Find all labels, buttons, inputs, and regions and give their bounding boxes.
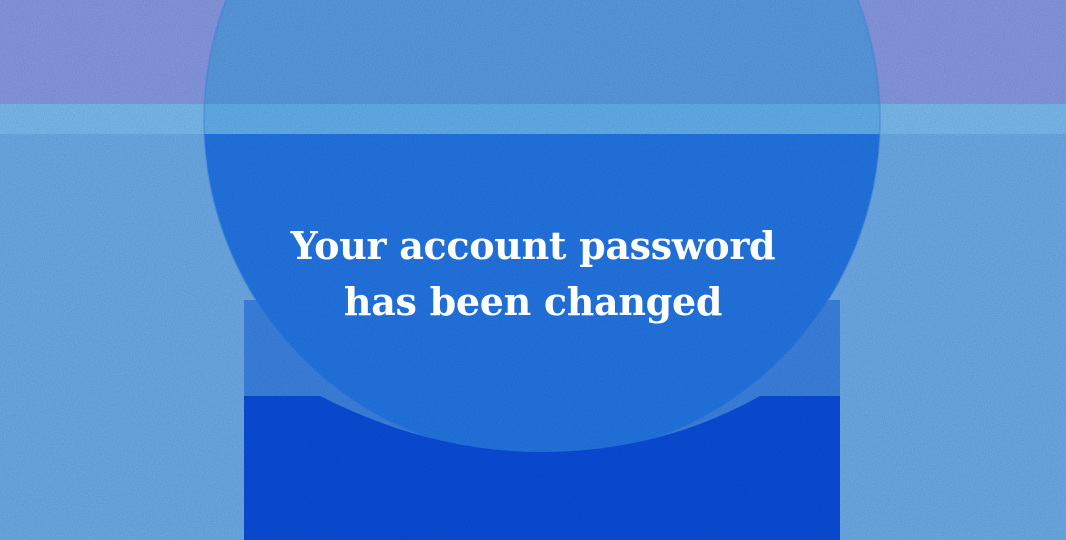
headline: Your account password has been changed — [0, 218, 1066, 330]
headline-line-2: has been changed — [343, 279, 723, 324]
headline-line-1: Your account password — [290, 223, 776, 268]
password-changed-banner: Your account password has been changed — [0, 0, 1066, 540]
